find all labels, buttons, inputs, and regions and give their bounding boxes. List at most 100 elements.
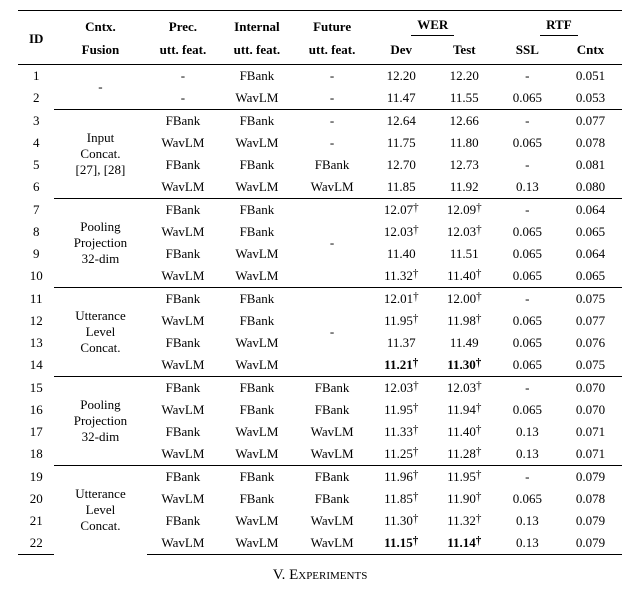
table-cell: 11.80 <box>433 132 496 154</box>
table-cell: FBank <box>147 377 220 400</box>
hdr-prec1: Prec. <box>147 11 220 40</box>
table-cell: 12.07 <box>370 199 433 222</box>
table-cell: 11.40 <box>433 265 496 288</box>
table-cell: 0.13 <box>496 532 559 555</box>
table-cell: 0.065 <box>496 488 559 510</box>
table-cell: 16 <box>18 399 54 421</box>
table-cell: 0.071 <box>559 421 622 443</box>
table-cell: 20 <box>18 488 54 510</box>
table-cell: FBank <box>219 199 294 222</box>
table-cell: 0.070 <box>559 399 622 421</box>
table-cell: 11.37 <box>370 332 433 354</box>
table-cell: 9 <box>18 243 54 265</box>
table-cell: 0.064 <box>559 199 622 222</box>
table-cell: 0.13 <box>496 176 559 199</box>
table-cell: 11.32 <box>433 510 496 532</box>
table-cell: - <box>496 288 559 311</box>
table-cell: WavLM <box>147 265 220 288</box>
table-cell: 11.40 <box>370 243 433 265</box>
table-cell: 0.070 <box>559 377 622 400</box>
table-cell: 11.47 <box>370 87 433 110</box>
table-cell: 12.20 <box>370 65 433 88</box>
table-cell: 0.079 <box>559 532 622 555</box>
table-cell: FBank <box>147 199 220 222</box>
table-cell: 11.30 <box>433 354 496 377</box>
fusion-cell: UtteranceLevelConcat. <box>54 466 146 555</box>
table-cell: 11.32 <box>370 265 433 288</box>
table-cell: 11.95 <box>433 466 496 489</box>
table-cell: 11.25 <box>370 443 433 466</box>
table-cell: FBank <box>295 488 370 510</box>
table-cell: FBank <box>147 421 220 443</box>
table-cell: WavLM <box>219 421 294 443</box>
table-cell: 0.053 <box>559 87 622 110</box>
table-cell: 0.065 <box>496 243 559 265</box>
table-cell: FBank <box>295 377 370 400</box>
table-cell: FBank <box>147 288 220 311</box>
table-cell: 17 <box>18 421 54 443</box>
table-cell: WavLM <box>147 443 220 466</box>
hdr-dev: Dev <box>370 39 433 65</box>
hdr-prec2: utt. feat. <box>147 39 220 65</box>
table-cell: 11.33 <box>370 421 433 443</box>
table-cell: FBank <box>295 466 370 489</box>
table-cell: 0.071 <box>559 443 622 466</box>
section-title: V. Experiments <box>18 555 622 584</box>
table-cell: WavLM <box>219 354 294 377</box>
table-cell: 12.09 <box>433 199 496 222</box>
table-cell: WavLM <box>219 87 294 110</box>
table-cell: FBank <box>147 510 220 532</box>
table-body: 1--FBank-12.2012.20-0.0512-WavLM-11.4711… <box>18 65 622 555</box>
table-row: 3InputConcat.[27], [28]FBankFBank-12.641… <box>18 110 622 133</box>
table-cell: 0.065 <box>496 354 559 377</box>
table-cell: 0.079 <box>559 466 622 489</box>
table-cell: 11.30 <box>370 510 433 532</box>
table-cell: WavLM <box>147 176 220 199</box>
table-cell: 11.40 <box>433 421 496 443</box>
table-cell: 0.075 <box>559 288 622 311</box>
table-cell: 6 <box>18 176 54 199</box>
table-cell: WavLM <box>295 176 370 199</box>
table-cell: 0.064 <box>559 243 622 265</box>
table-cell: 15 <box>18 377 54 400</box>
table-cell: WavLM <box>219 532 294 555</box>
table-cell: FBank <box>147 466 220 489</box>
table-cell: WavLM <box>147 399 220 421</box>
table-cell: 0.13 <box>496 421 559 443</box>
table-cell: 11.96 <box>370 466 433 489</box>
table-cell: 11.94 <box>433 399 496 421</box>
table-cell: WavLM <box>219 176 294 199</box>
hdr-test: Test <box>433 39 496 65</box>
table-cell: FBank <box>219 310 294 332</box>
table-cell: 0.076 <box>559 332 622 354</box>
hdr-ssl: SSL <box>496 39 559 65</box>
table-cell: 11.92 <box>433 176 496 199</box>
table-cell: 12.03 <box>433 221 496 243</box>
table-cell: - <box>295 132 370 154</box>
table-cell: - <box>496 466 559 489</box>
table-cell: 12.64 <box>370 110 433 133</box>
table-cell: 4 <box>18 132 54 154</box>
table-cell: FBank <box>219 488 294 510</box>
table-cell: - <box>496 154 559 176</box>
hdr-cntxrtf: Cntx <box>559 39 622 65</box>
table-cell: 11.85 <box>370 488 433 510</box>
table-row: 15PoolingProjection32-dimFBankFBankFBank… <box>18 377 622 400</box>
table-cell: WavLM <box>295 443 370 466</box>
table-cell: 0.065 <box>496 265 559 288</box>
fusion-cell: PoolingProjection32-dim <box>54 377 146 466</box>
table-cell: FBank <box>147 332 220 354</box>
future-cell: - <box>295 199 370 288</box>
future-cell: - <box>295 288 370 377</box>
table-cell: 0.077 <box>559 110 622 133</box>
table-row: 7PoolingProjection32-dimFBankFBank-12.07… <box>18 199 622 222</box>
table-cell: - <box>295 87 370 110</box>
table-cell: 14 <box>18 354 54 377</box>
results-table: ID Cntx. Prec. Internal Future WER RTF F… <box>18 10 622 555</box>
table-cell: WavLM <box>219 243 294 265</box>
table-cell: 0.075 <box>559 354 622 377</box>
table-cell: WavLM <box>295 421 370 443</box>
table-cell: WavLM <box>219 132 294 154</box>
table-cell: 11.98 <box>433 310 496 332</box>
table-cell: 0.081 <box>559 154 622 176</box>
